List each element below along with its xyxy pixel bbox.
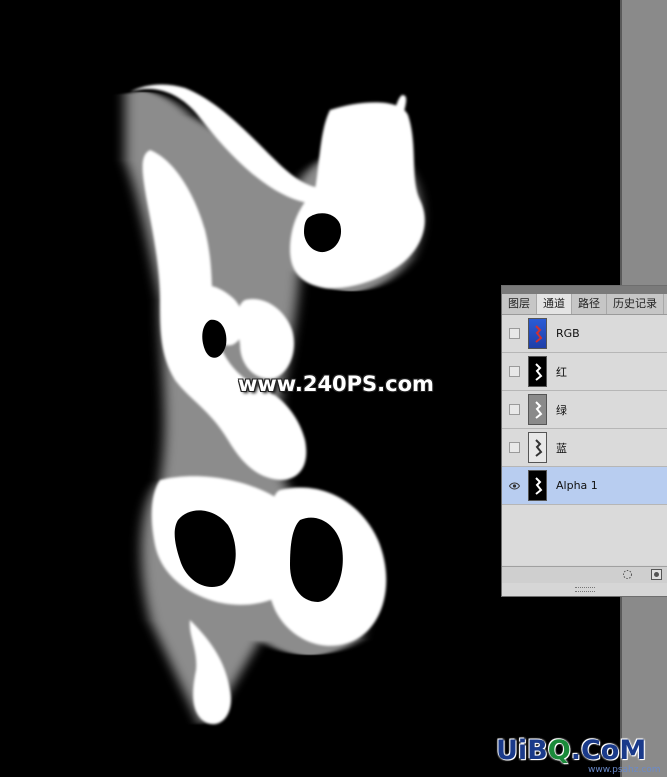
panel-footer — [502, 566, 667, 583]
panel-tabs: 图层 通道 路径 历史记录 — [502, 294, 667, 315]
channel-row-blue[interactable]: 蓝 — [502, 429, 667, 467]
logo-text-q: Q — [547, 735, 571, 766]
tab-history[interactable]: 历史记录 — [607, 294, 664, 314]
channel-thumbnail — [528, 394, 547, 425]
channel-label: 蓝 — [556, 441, 567, 455]
channel-label: RGB — [556, 327, 580, 340]
channel-thumbnail — [528, 470, 547, 501]
logo-text-b: .CoM — [570, 735, 647, 766]
visibility-toggle[interactable] — [509, 404, 520, 415]
eye-icon[interactable] — [509, 480, 520, 491]
save-selection-icon[interactable] — [651, 569, 662, 580]
panel-resize-grip[interactable] — [502, 583, 667, 596]
panel-header-bar[interactable] — [502, 286, 667, 294]
channel-row-red[interactable]: 红 — [502, 353, 667, 391]
channel-row-alpha1[interactable]: Alpha 1 — [502, 467, 667, 505]
visibility-toggle[interactable] — [509, 442, 520, 453]
channel-label: Alpha 1 — [556, 479, 598, 492]
channel-thumbnail — [528, 318, 547, 349]
tab-layers[interactable]: 图层 — [502, 294, 537, 314]
channel-thumbnail — [528, 356, 547, 387]
channel-label: 红 — [556, 365, 567, 379]
tab-paths[interactable]: 路径 — [572, 294, 607, 314]
channel-list: RGB 红 绿 蓝 Alpha 1 — [502, 315, 667, 505]
channel-thumbnail — [528, 432, 547, 463]
logo-text-a: UiB — [496, 735, 548, 766]
grip-dots — [574, 587, 595, 592]
site-logo: UiBQ.CoM — [496, 735, 646, 766]
logo-subtext: www.psahz.com — [588, 765, 661, 775]
tab-channels[interactable]: 通道 — [537, 294, 572, 314]
channel-row-rgb[interactable]: RGB — [502, 315, 667, 353]
channel-row-green[interactable]: 绿 — [502, 391, 667, 429]
watermark-text: www.240PS.com — [238, 372, 434, 396]
channels-panel: 图层 通道 路径 历史记录 RGB 红 绿 蓝 Alpha 1 — [501, 285, 667, 597]
visibility-toggle[interactable] — [509, 328, 520, 339]
load-selection-icon[interactable] — [622, 569, 633, 580]
channel-list-empty-area — [502, 505, 667, 565]
visibility-toggle[interactable] — [509, 366, 520, 377]
channel-label: 绿 — [556, 403, 567, 417]
